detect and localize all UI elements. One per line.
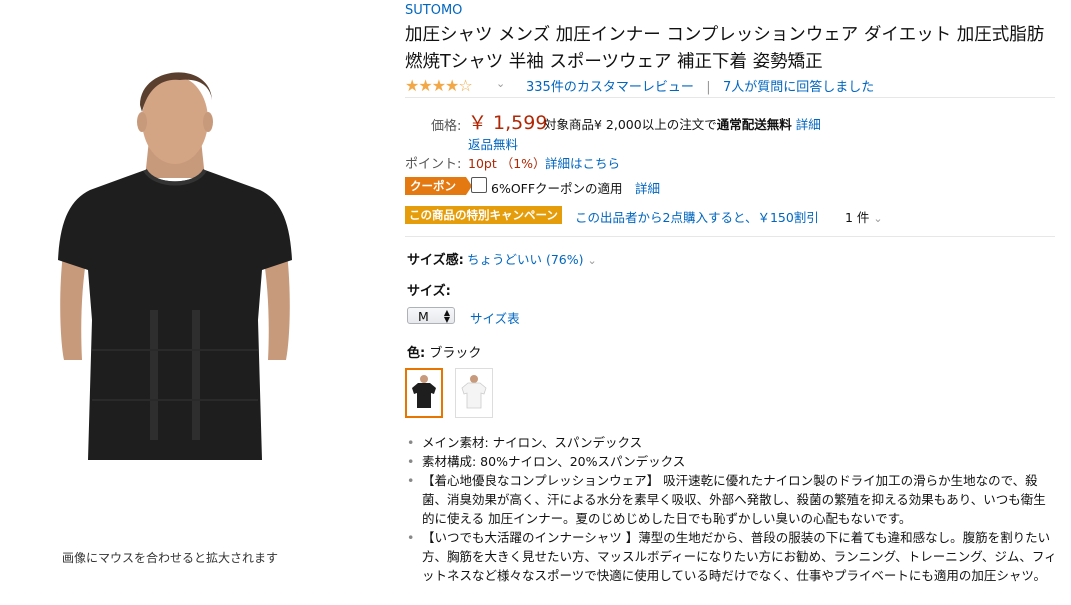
shipping-note: 対象商品¥ 2,000以上の注文で通常配送無料 詳細 (544, 114, 821, 133)
shipping-note-prefix: 対象商品¥ 2,000以上の注文で (544, 117, 717, 132)
color-swatch-white[interactable] (455, 368, 493, 418)
chevron-down-icon: ⌄ (587, 254, 597, 267)
color-selected: ブラック (429, 346, 482, 361)
color-label: 色: ブラック (407, 342, 481, 361)
fit-value-text: ちょうどいい (76%) (467, 252, 584, 267)
star-rating-icon[interactable]: ★★★★☆ (405, 76, 473, 95)
points-value: 10pt （1%） (468, 156, 546, 171)
black-shirt-thumbnail (412, 375, 436, 408)
free-return-link[interactable]: 返品無料 (468, 134, 518, 153)
campaign-badge: この商品の特別キャンペーン (405, 206, 562, 224)
chevron-down-icon[interactable]: ⌄ (496, 77, 505, 90)
bullet-item: 【いつでも大活躍のインナーシャツ 】薄型の生地だから、普段の服装の下に着ても違和… (407, 528, 1057, 585)
image-hover-note: 画像にマウスを合わせると拡大されます (62, 551, 279, 565)
size-selected: M (418, 309, 429, 324)
coupon-detail-link[interactable]: 詳細 (635, 178, 660, 197)
campaign-count-label: 1 件 (845, 210, 870, 225)
divider (405, 97, 1055, 98)
divider (405, 236, 1055, 237)
points-label: ポイント: (405, 157, 462, 172)
shipping-detail-link[interactable]: 詳細 (796, 117, 821, 132)
size-label: サイズ: (407, 284, 451, 299)
reviews-link[interactable]: 335件のカスタマーレビュー (526, 80, 694, 95)
feature-bullets: メイン素材: ナイロン、スパンデックス 素材構成: 80%ナイロン、20%スパン… (407, 433, 1057, 585)
price-label: 価格: (431, 119, 462, 134)
ratings-links: 335件のカスタマーレビュー | 7人が質問に回答しました (526, 76, 874, 95)
updown-arrows-icon: ▲ ▼ (443, 308, 450, 324)
product-title: 加圧シャツ メンズ 加圧インナー コンプレッションウェア ダイエット 加圧式脂肪… (405, 25, 1045, 72)
product-image[interactable] (30, 60, 320, 470)
chevron-down-icon: ⌄ (873, 212, 883, 225)
size-dropdown[interactable]: M ▲ ▼ (407, 307, 455, 324)
brand-link[interactable]: SUTOMO (405, 3, 462, 18)
campaign-count[interactable]: 1 件 ⌄ (845, 207, 883, 226)
bullet-item: 素材構成: 80%ナイロン、20%スパンデックス (407, 452, 1057, 471)
size-chart-link[interactable]: サイズ表 (470, 308, 520, 327)
bullet-item: メイン素材: ナイロン、スパンデックス (407, 433, 1057, 452)
questions-link[interactable]: 7人が質問に回答しました (723, 80, 874, 95)
color-label-title: 色: (407, 346, 426, 361)
coupon-checkbox[interactable] (471, 177, 487, 193)
fit-value[interactable]: ちょうどいい (76%) ⌄ (467, 249, 597, 268)
coupon-badge: クーポン (405, 177, 472, 195)
points-detail-link[interactable]: 詳細はこちら (545, 153, 620, 172)
coupon-text: 6%OFFクーポンの適用 (491, 181, 623, 196)
white-shirt-thumbnail (461, 375, 487, 409)
price-value: ￥ 1,599 (468, 112, 548, 134)
separator: | (706, 80, 711, 95)
rating-row: ★★★★☆ ⌄ 335件のカスタマーレビュー | 7人が質問に回答しました (405, 76, 1055, 95)
image-column: 画像にマウスを合わせると拡大されます (0, 0, 390, 605)
color-swatch-black[interactable] (405, 368, 443, 418)
campaign-link[interactable]: この出品者から2点購入すると、￥150割引 (575, 207, 819, 226)
fit-label: サイズ感: (407, 253, 464, 268)
shipping-note-bold: 通常配送無料 (716, 117, 792, 132)
bullet-item: 【着心地優良なコンプレッションウェア】 吸汗速乾に優れたナイロン製のドライ加工の… (407, 471, 1057, 528)
